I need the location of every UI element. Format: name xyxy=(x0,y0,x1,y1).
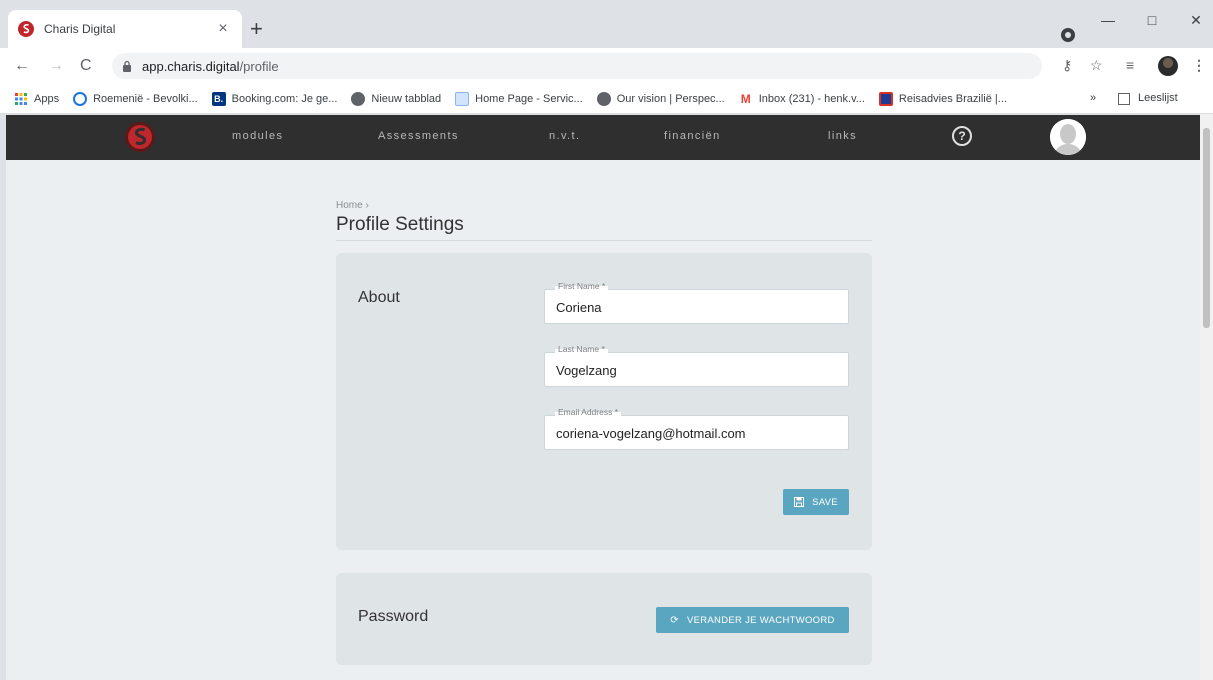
bookmark-label: Apps xyxy=(34,92,60,105)
bookmark-roemenie[interactable]: Roemenië - Bevolki... xyxy=(73,91,198,106)
url-path: /profile xyxy=(239,58,279,74)
last-name-field[interactable]: Last Name * Vogelzang xyxy=(544,344,849,387)
minimize-button[interactable]: — xyxy=(1098,12,1118,28)
app-navbar: modules Assessments n.v.t. financiën lin… xyxy=(6,115,1200,160)
bookmark-apps[interactable]: Apps xyxy=(14,92,59,106)
bookmark-label: Inbox (231) - henk.v... xyxy=(758,92,865,105)
first-name-label: First Name * xyxy=(555,281,609,291)
email-field[interactable]: Email Address * coriena-vogelzang@hotmai… xyxy=(544,407,849,450)
scrollbar-thumb[interactable] xyxy=(1203,128,1210,328)
key-icon[interactable]: ⚷ xyxy=(1062,57,1072,74)
forward-arrow-icon[interactable]: → xyxy=(48,56,64,76)
page-body: Home › Profile Settings About First Name… xyxy=(6,160,1200,680)
bookmark-reisadvies[interactable]: Reisadvies Brazilië |... xyxy=(878,91,1007,106)
breadcrumb[interactable]: Home › xyxy=(336,200,369,211)
save-button-label: SAVE xyxy=(812,496,838,508)
gmail-icon: M xyxy=(740,91,751,106)
bookmark-label: Nieuw tabblad xyxy=(371,92,442,105)
apps-grid-icon xyxy=(15,92,27,105)
user-avatar[interactable] xyxy=(1050,119,1086,155)
help-icon[interactable]: ? xyxy=(952,126,972,146)
reading-list-button[interactable]: Leeslijst xyxy=(1138,92,1178,104)
browser-toolbar: ← → C app.charis.digital /profile ⚷ ☆ ≡ … xyxy=(0,48,1213,84)
tab-strip: Charis Digital × + — □ ✕ xyxy=(0,0,1213,48)
save-button[interactable]: SAVE xyxy=(783,489,849,515)
bookmark-nieuw-tabblad[interactable]: Nieuw tabblad xyxy=(351,91,442,106)
close-window-button[interactable]: ✕ xyxy=(1186,12,1206,29)
charis-favicon-icon xyxy=(18,21,34,37)
bookmark-label: Booking.com: Je ge... xyxy=(231,92,338,105)
star-icon[interactable]: ☆ xyxy=(1090,57,1103,74)
about-card: About First Name * Coriena Last Name * V… xyxy=(336,253,872,550)
last-name-label: Last Name * xyxy=(555,344,608,354)
page-icon xyxy=(455,91,470,106)
bookmark-our-vision[interactable]: Our vision | Perspec... xyxy=(596,91,725,106)
title-divider xyxy=(336,240,872,241)
tab-title: Charis Digital xyxy=(44,22,116,36)
chrome-profile-icon[interactable] xyxy=(1061,28,1075,42)
nav-nvt[interactable]: n.v.t. xyxy=(549,130,580,142)
reading-list-icon xyxy=(1118,93,1130,105)
globe-icon xyxy=(596,91,611,106)
page-scrollbar[interactable] xyxy=(1200,114,1213,680)
last-name-value: Vogelzang xyxy=(556,363,617,378)
media-icon[interactable]: ≡ xyxy=(1126,57,1134,73)
bookmark-label: Reisadvies Brazilië |... xyxy=(898,92,1007,105)
nav-financien[interactable]: financiën xyxy=(664,130,721,142)
bookmark-label: Roemenië - Bevolki... xyxy=(93,92,198,105)
user-silhouette-icon xyxy=(1050,119,1086,155)
nav-assessments[interactable]: Assessments xyxy=(378,130,459,142)
refresh-icon: ⟳ xyxy=(670,614,679,626)
floppy-disk-icon xyxy=(794,497,805,507)
reload-icon[interactable]: C xyxy=(80,56,92,76)
first-name-value: Coriena xyxy=(556,300,602,315)
bookmark-booking[interactable]: B. Booking.com: Je ge... xyxy=(211,91,338,106)
new-tab-button[interactable]: + xyxy=(250,18,263,40)
charis-logo-icon[interactable] xyxy=(124,121,156,153)
bookmark-home-page[interactable]: Home Page - Servic... xyxy=(455,91,583,106)
change-password-button[interactable]: ⟳ VERANDER JE WACHTWOORD xyxy=(656,607,849,633)
booking-icon: B. xyxy=(211,91,226,106)
password-card: Password ⟳ VERANDER JE WACHTWOORD xyxy=(336,573,872,665)
flag-icon xyxy=(878,91,893,106)
first-name-field[interactable]: First Name * Coriena xyxy=(544,281,849,324)
bookmarks-bar: Apps Roemenië - Bevolki... B. Booking.co… xyxy=(0,84,1213,114)
close-tab-icon[interactable]: × xyxy=(214,20,232,38)
bookmark-label: Home Page - Servic... xyxy=(475,92,583,105)
url-host: app.charis.digital xyxy=(142,58,240,74)
profile-avatar-icon[interactable] xyxy=(1158,56,1178,76)
lock-icon xyxy=(123,60,131,72)
email-label: Email Address * xyxy=(555,407,621,417)
menu-dots-icon[interactable]: ⋮ xyxy=(1192,57,1206,74)
bookmark-inbox[interactable]: M Inbox (231) - henk.v... xyxy=(739,92,865,106)
email-value: coriena-vogelzang@hotmail.com xyxy=(556,426,746,441)
bookmark-label: Our vision | Perspec... xyxy=(616,92,725,105)
browser-tab[interactable]: Charis Digital × xyxy=(8,10,242,48)
password-section-label: Password xyxy=(358,608,429,625)
back-arrow-icon[interactable]: ← xyxy=(14,56,30,76)
nav-modules[interactable]: modules xyxy=(232,130,283,142)
page-title: Profile Settings xyxy=(336,214,464,235)
circle-icon xyxy=(73,91,88,106)
bookmarks-overflow-button[interactable]: » xyxy=(1090,92,1096,104)
nav-links[interactable]: links xyxy=(828,130,857,142)
change-password-label: VERANDER JE WACHTWOORD xyxy=(686,614,835,626)
maximize-button[interactable]: □ xyxy=(1142,12,1162,28)
address-bar[interactable]: app.charis.digital /profile xyxy=(112,53,1042,79)
about-section-label: About xyxy=(358,289,400,306)
globe-icon xyxy=(351,91,366,106)
